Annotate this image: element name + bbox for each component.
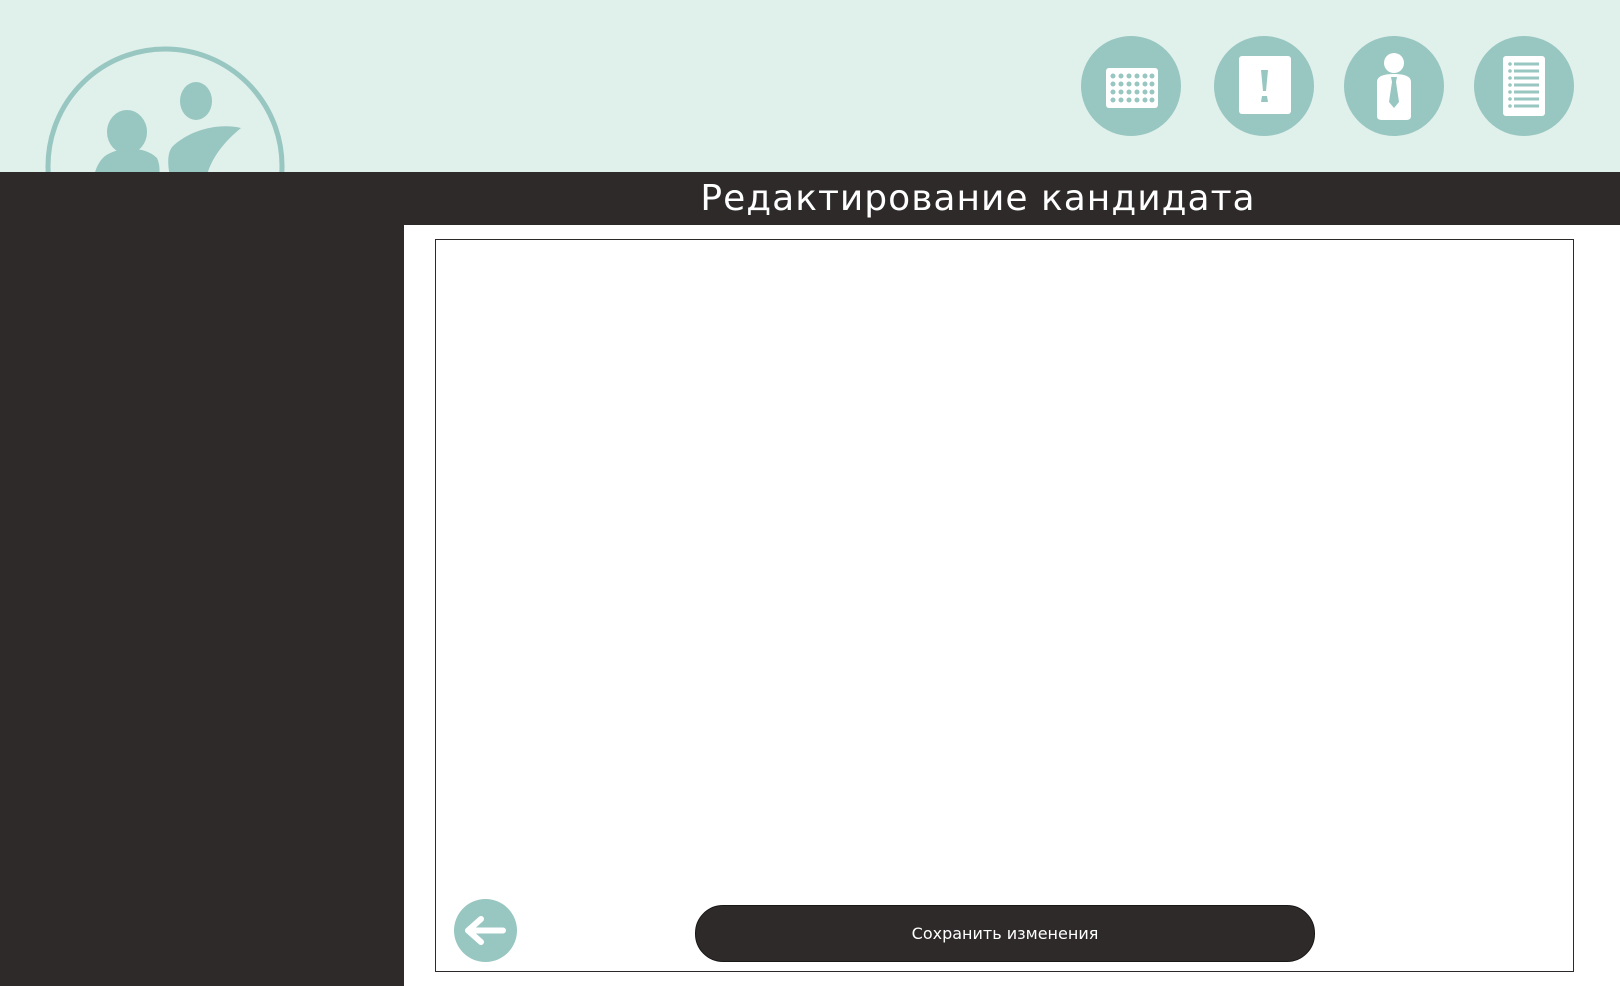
back-button[interactable] [454, 899, 517, 962]
person-tie-icon [1377, 53, 1411, 120]
list-document-icon [1503, 56, 1545, 116]
save-changes-button[interactable]: Сохранить изменения [695, 905, 1315, 962]
candidate-edit-panel [435, 239, 1574, 972]
calendar-grid-icon [1106, 68, 1158, 108]
arrow-left-icon [465, 916, 506, 945]
nav-button-list[interactable] [1474, 36, 1574, 136]
sidebar [0, 225, 404, 986]
nav-button-candidates[interactable] [1344, 36, 1444, 136]
alert-document-icon [1239, 56, 1291, 114]
nav-button-alerts[interactable] [1214, 36, 1314, 136]
page-title: Редактирование кандидата [700, 178, 1256, 219]
nav-button-schedule[interactable] [1081, 36, 1181, 136]
